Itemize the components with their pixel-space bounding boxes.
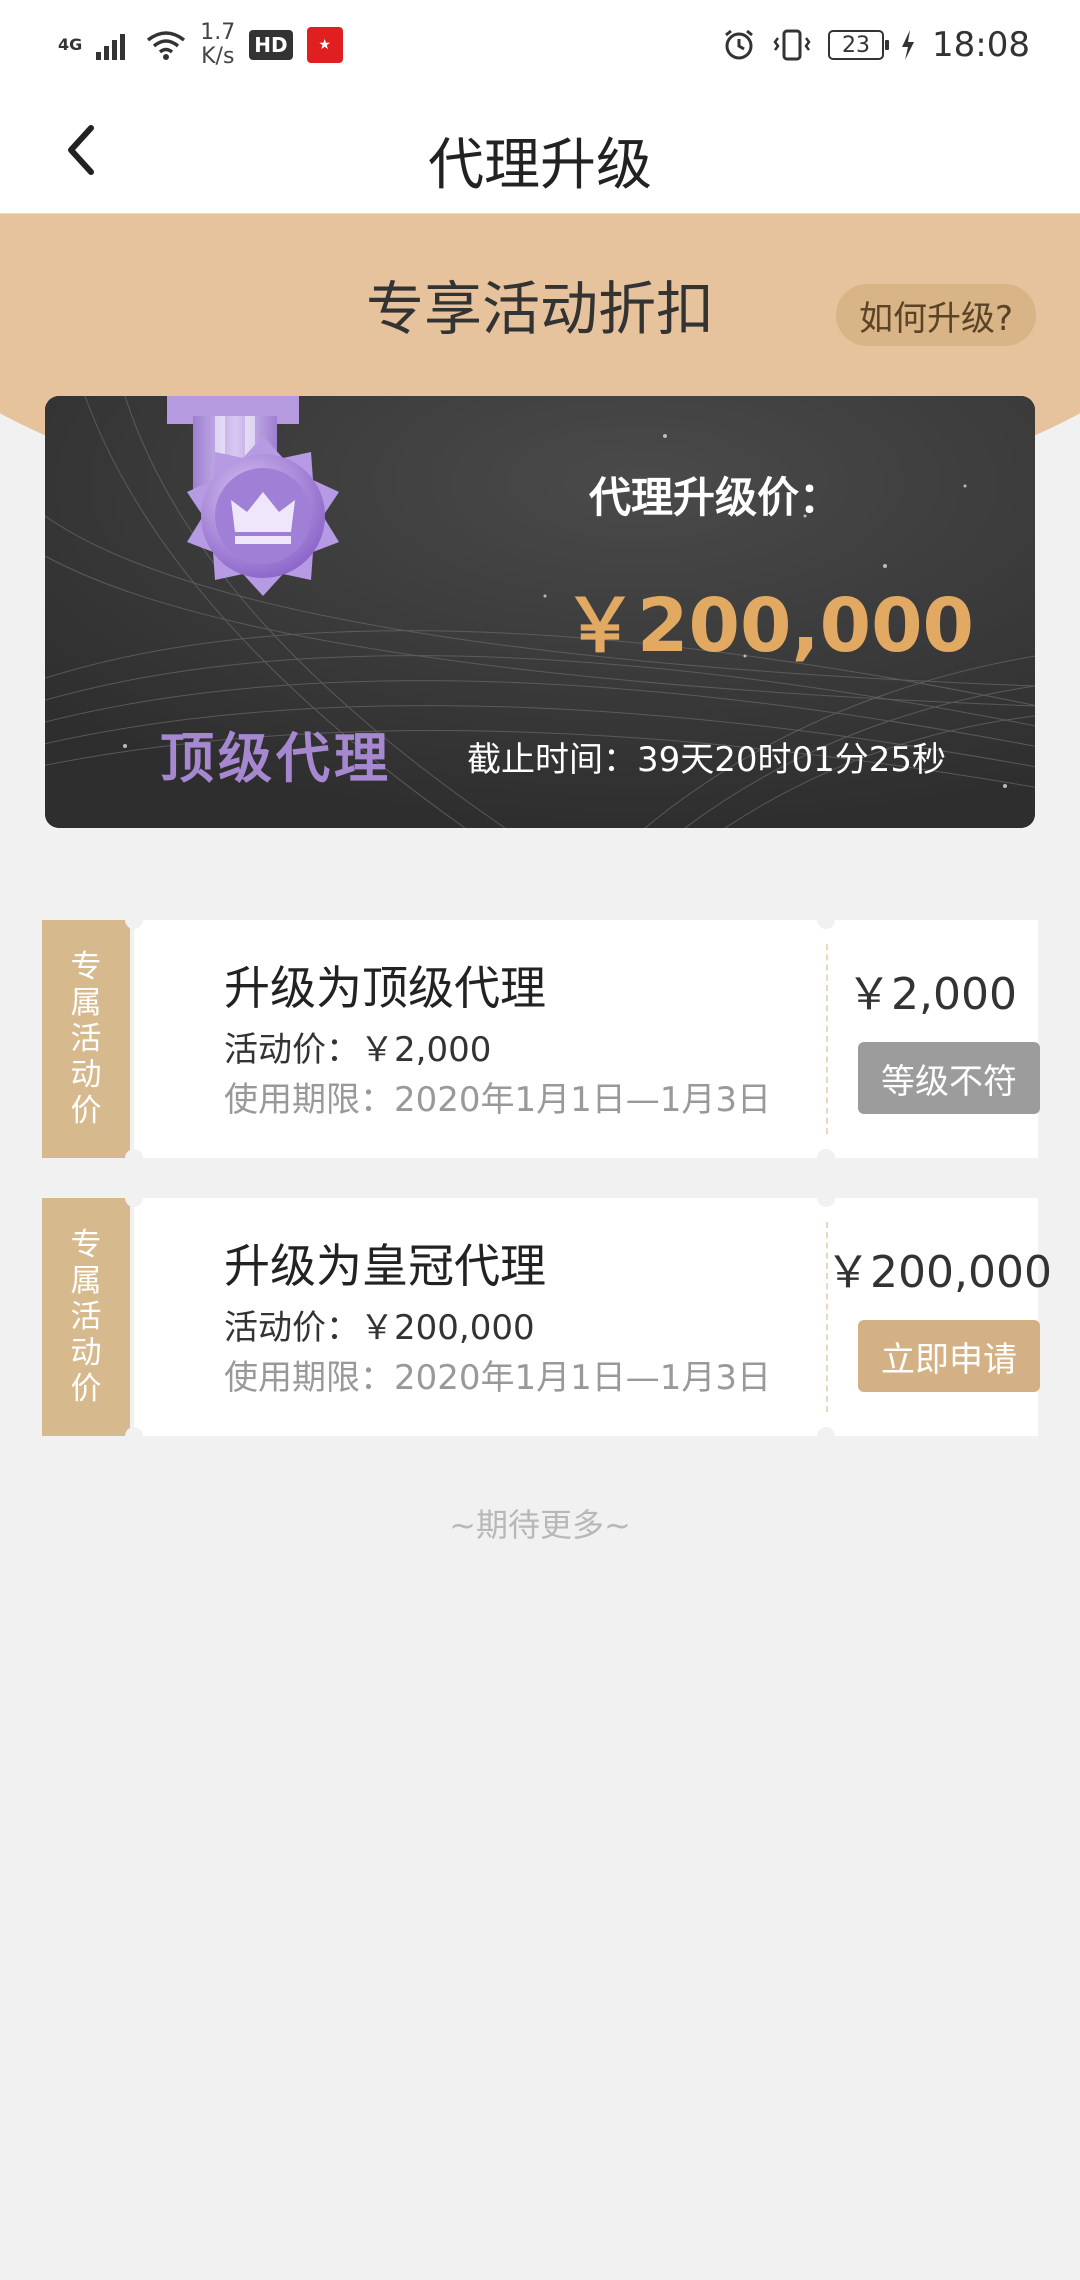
speed-value: 1.7 [200,20,236,45]
agent-level-name: 顶级代理 [160,727,392,790]
vibrate-icon [773,29,811,61]
speed-unit: K/s [201,44,235,69]
coupon-notch [817,1149,835,1167]
tag-char: 活 [70,1021,102,1057]
battery-icon: 23 [828,30,890,60]
apply-now-button[interactable]: 立即申请 [858,1320,1040,1392]
wifi-icon [147,31,186,60]
coupon-notch [125,1427,143,1445]
status-bar: 4G 1.7 K/s HD ★ 23 18:08 [0,0,1080,90]
coupon-crown-agent: 专 属 活 动 价 升级为皇冠代理 活动价：￥200,000 使用期限：2020… [42,1189,1052,1445]
tag-char: 专 [70,949,102,985]
clock: 18:08 [932,25,1030,65]
coupon-notch [817,1427,835,1445]
coupon-top-agent: 专 属 活 动 价 升级为顶级代理 活动价：￥2,000 使用期限：2020年1… [42,911,1040,1167]
alarm-icon [725,29,753,60]
app-notification-icon: ★ [306,27,343,63]
coupon-notch [817,911,835,929]
page-title: 代理升级 [428,133,652,198]
upgrade-price-value: ￥200,000 [563,583,975,669]
nav-bar: 代理升级 [0,90,1080,214]
hd-badge: HD [249,30,293,60]
tag-char: 价 [70,1371,102,1407]
network-type: 4G [58,35,83,54]
coupon-notch [817,1189,835,1207]
coupon-validity-period: 使用期限：2020年1月1日—1月3日 [224,1080,772,1120]
coupon-body: 升级为顶级代理 活动价：￥2,000 使用期限：2020年1月1日—1月3日 ￥… [125,911,1040,1167]
upgrade-price-label: 代理升级价： [589,473,842,522]
tag-char: 活 [70,1299,102,1335]
coupon-validity-period: 使用期限：2020年1月1日—1月3日 [224,1358,772,1398]
coupon-notch [125,1189,143,1207]
network-speed: 1.7 K/s [200,21,235,69]
how-to-upgrade-button[interactable]: 如何升级? [836,284,1036,346]
coupon-amount: ￥2,000 [847,969,1017,1020]
tag-char: 属 [70,1263,102,1299]
deadline-countdown: 截止时间：39天20时01分25秒 [467,740,947,780]
tag-char: 动 [70,1335,102,1371]
coupon-body: 升级为皇冠代理 活动价：￥200,000 使用期限：2020年1月1日—1月3日… [125,1189,1052,1445]
tag-char: 动 [70,1057,102,1093]
tag-char: 价 [70,1093,102,1129]
charging-icon [902,30,915,60]
signal-icon [96,34,126,60]
status-right: 23 18:08 [722,25,1030,65]
coupon-amount: ￥200,000 [826,1247,1052,1298]
exclusive-price-tag: 专 属 活 动 价 [42,1198,130,1436]
coupon-title: 升级为顶级代理 [224,961,546,1015]
more-coming-note: ~期待更多~ [449,1506,631,1544]
coupon-notch [125,911,143,929]
coupon-activity-price: 活动价：￥2,000 [224,1030,492,1070]
coupon-title: 升级为皇冠代理 [224,1239,546,1293]
exclusive-price-tag: 专 属 活 动 价 [42,920,130,1158]
status-left: 4G 1.7 K/s HD ★ [58,21,343,69]
tag-char: 属 [70,985,102,1021]
tag-char: 专 [70,1227,102,1263]
coupon-activity-price: 活动价：￥200,000 [224,1308,535,1348]
level-mismatch-button[interactable]: 等级不符 [858,1042,1040,1114]
medal-icon [167,396,339,596]
coupon-notch [125,1149,143,1167]
upgrade-price-card: 顶级代理 代理升级价： ￥200,000 截止时间：39天20时01分25秒 [45,396,1035,828]
